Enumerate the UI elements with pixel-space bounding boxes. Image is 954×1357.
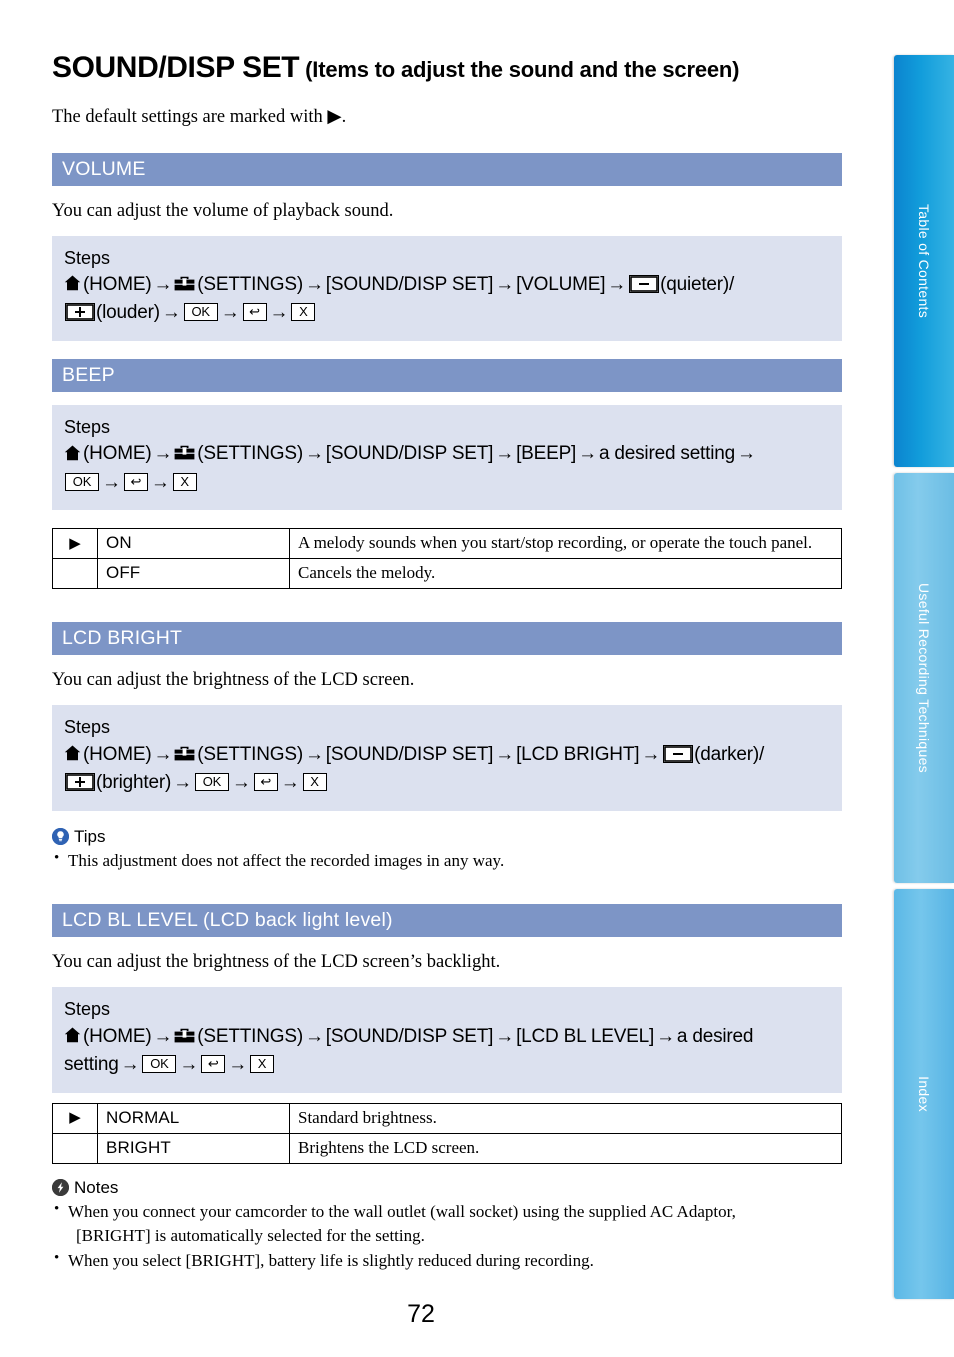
option-desc-cell: Standard brightness. xyxy=(289,1102,842,1134)
steps-target: [VOLUME] xyxy=(516,273,606,295)
options-table-lcd-bl-level: ▶ NORMAL Standard brightness. BRIGHT Bri… xyxy=(52,1102,842,1164)
page-title-main: SOUND/DISP SET xyxy=(52,51,300,84)
table-row: OFF Cancels the melody. xyxy=(52,558,842,590)
tab-table-of-contents[interactable]: Table of Contents xyxy=(894,55,954,467)
tab-useful-recording-techniques[interactable]: Useful Recording Techniques xyxy=(894,473,954,883)
ok-button-icon: OK xyxy=(183,303,218,322)
steps-sequence-volume: (HOME) → (SETTINGS) → [SOUND/DISP SET] → [VOLU… xyxy=(64,271,830,328)
page-number: 72 xyxy=(407,1300,435,1328)
table-row: ▶ ON A melody sounds when you start/stop… xyxy=(52,528,842,560)
option-name-cell: BRIGHT xyxy=(97,1132,290,1164)
page-title-sub: (Items to adjust the sound and the scree… xyxy=(305,57,740,82)
options-table-beep: ▶ ON A melody sounds when you start/stop… xyxy=(52,528,842,590)
toolbox-icon xyxy=(174,746,195,760)
close-button-icon: X xyxy=(291,303,316,322)
plus-button-icon xyxy=(65,773,95,792)
notes-label: Notes xyxy=(74,1177,119,1197)
notes-callout: Notes When you connect your camcorder to… xyxy=(52,1178,842,1274)
steps-desired-cont: setting xyxy=(64,1054,119,1076)
notes-header: Notes xyxy=(52,1178,842,1198)
close-button-icon: X xyxy=(250,1055,275,1074)
option-desc-cell: Brightens the LCD screen. xyxy=(289,1132,842,1164)
close-button-icon: X xyxy=(172,472,197,491)
tips-callout: Tips This adjustment does not affect the… xyxy=(52,827,842,874)
back-button-icon: ↩ xyxy=(123,472,148,491)
tips-header: Tips xyxy=(52,827,842,847)
steps-sequence-lcd-bl-level: (HOME) → (SETTINGS) → [SOUND/DISP SET] → [LCD … xyxy=(64,1025,754,1076)
document-page: SOUND/DISP SET (Items to adjust the soun… xyxy=(0,0,954,1357)
tab-label: Useful Recording Techniques xyxy=(916,583,932,773)
option-desc-cell: Cancels the melody. xyxy=(289,558,842,590)
table-row: BRIGHT Brightens the LCD screen. xyxy=(52,1132,842,1164)
default-mark-cell: ▶ xyxy=(52,1102,98,1134)
steps-box-volume: Steps (HOME) → (SETTINGS) → [SOUND/DISP SET]… xyxy=(52,235,842,341)
steps-desired: a desired xyxy=(676,1025,754,1047)
home-icon xyxy=(64,275,81,291)
steps-label: Steps xyxy=(64,717,111,738)
section-body-lcd-bl-level: You can adjust the brightness of the LCD… xyxy=(52,952,501,973)
toolbox-icon xyxy=(174,276,195,291)
intro-text: The default settings are marked with ▶. xyxy=(52,106,347,127)
page-title: SOUND/DISP SET (Items to adjust the soun… xyxy=(52,52,842,84)
section-header-beep: BEEP xyxy=(52,358,842,392)
arrow-icon: → xyxy=(153,273,173,295)
list-item: When you select [BRIGHT], battery life i… xyxy=(52,1248,842,1274)
option-name-cell: ON xyxy=(97,528,290,560)
notes-list: When you connect your camcorder to the w… xyxy=(52,1199,842,1274)
lightning-bolt-icon xyxy=(52,1179,69,1197)
steps-target: [BEEP] xyxy=(516,443,577,465)
section-body-volume: You can adjust the volume of playback so… xyxy=(52,200,394,221)
tab-label: Table of Contents xyxy=(916,203,932,319)
close-button-icon: X xyxy=(302,773,327,792)
steps-label: Steps xyxy=(64,247,111,268)
home-icon xyxy=(64,1027,81,1043)
ok-button-icon: OK xyxy=(65,472,99,491)
steps-desired: a desired setting xyxy=(598,443,735,465)
option-name-cell: NORMAL xyxy=(97,1102,290,1134)
section-header-volume: VOLUME xyxy=(52,152,842,186)
page-content: SOUND/DISP SET (Items to adjust the soun… xyxy=(52,52,842,1274)
home-icon xyxy=(64,745,81,761)
section-body-lcd-bright: You can adjust the brightness of the LCD… xyxy=(52,670,415,691)
default-mark-icon: ▶ xyxy=(327,106,342,127)
minus-button-icon xyxy=(629,274,660,293)
ok-button-icon: OK xyxy=(194,773,229,792)
section-header-lcd-bright: LCD BRIGHT xyxy=(52,622,842,656)
steps-box-lcd-bright: Steps (HOME) → (SETTINGS) → [SOUND/DISP SET]… xyxy=(52,705,842,811)
tips-label: Tips xyxy=(74,826,106,846)
back-button-icon: ↩ xyxy=(201,1055,226,1074)
steps-label: Steps xyxy=(64,416,111,437)
toolbox-icon xyxy=(174,446,195,460)
list-item: When you connect your camcorder to the w… xyxy=(52,1199,842,1249)
steps-target: [LCD BRIGHT] xyxy=(516,743,640,765)
list-item: This adjustment does not affect the reco… xyxy=(52,848,842,874)
steps-label: Steps xyxy=(64,999,111,1020)
steps-sequence-beep: (HOME) → (SETTINGS) → [SOUND/DISP SET] → [BEEP… xyxy=(64,440,830,497)
ok-button-icon: OK xyxy=(142,1055,177,1074)
steps-box-lcd-bl-level: Steps (HOME) → (SETTINGS) → [SOUND/DISP SET]… xyxy=(52,987,842,1093)
steps-box-beep: Steps (HOME) → (SETTINGS) → [SOUND/DISP SET]… xyxy=(52,404,842,511)
back-button-icon: ↩ xyxy=(253,773,278,792)
tips-list: This adjustment does not affect the reco… xyxy=(52,848,842,874)
table-row: ▶ NORMAL Standard brightness. xyxy=(52,1102,842,1134)
tab-label: Index xyxy=(916,1076,932,1112)
minus-button-icon xyxy=(663,744,694,763)
lightbulb-icon xyxy=(52,828,69,846)
option-desc-cell: A melody sounds when you start/stop reco… xyxy=(289,528,842,560)
section-header-lcd-bl-level: LCD BL LEVEL (LCD back light level) xyxy=(52,904,842,938)
steps-sequence-lcd-bright: (HOME) → (SETTINGS) → [SOUND/DISP SET] → [LCD … xyxy=(64,741,830,798)
tab-index[interactable]: Index xyxy=(894,889,954,1299)
home-icon xyxy=(64,445,81,461)
plus-button-icon xyxy=(65,303,95,322)
toolbox-icon xyxy=(174,1028,195,1042)
option-name-cell: OFF xyxy=(97,558,290,590)
default-mark-cell xyxy=(52,558,98,590)
back-button-icon: ↩ xyxy=(242,303,267,322)
default-mark-cell: ▶ xyxy=(52,528,98,560)
default-mark-cell xyxy=(52,1132,98,1164)
steps-target: [LCD BL LEVEL] xyxy=(516,1025,655,1047)
